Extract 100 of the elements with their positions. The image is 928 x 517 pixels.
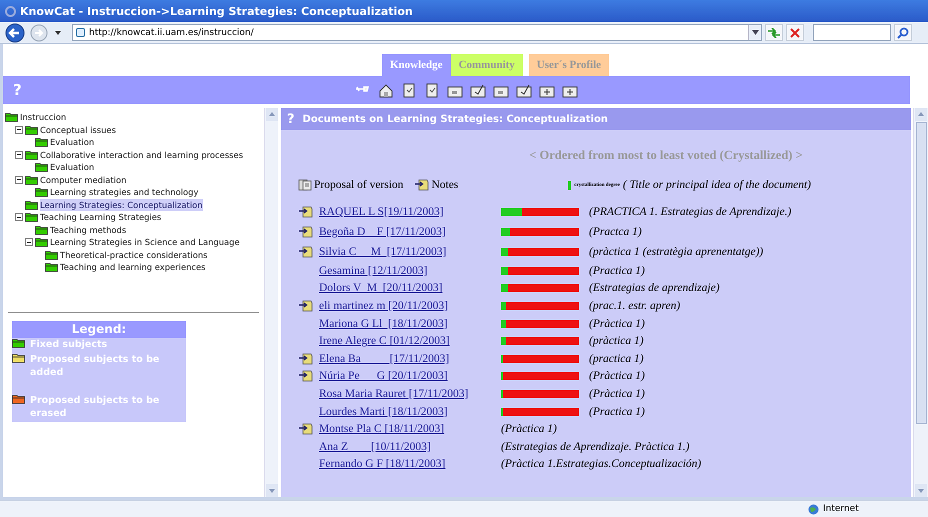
document-link[interactable]: Rosa Maria Rauret [17/11/2003] bbox=[319, 388, 468, 400]
collapse-toggle[interactable] bbox=[15, 150, 23, 159]
document-link[interactable]: Núria Pe G [20/11/2003] bbox=[319, 370, 448, 382]
tree-item[interactable]: Instruccion bbox=[20, 111, 66, 124]
legend-label: Proposal of version bbox=[314, 179, 404, 191]
back-button[interactable] bbox=[4, 22, 26, 42]
folder-icon bbox=[45, 250, 58, 260]
tree-item[interactable]: Teaching methods bbox=[50, 224, 126, 236]
internet-zone: Internet bbox=[808, 504, 928, 514]
collapse-toggle[interactable] bbox=[15, 213, 23, 222]
document-title: (Estrategias de Aprendizaje. Pràctica 1.) bbox=[501, 440, 690, 453]
document-link[interactable]: Irene Alegre C [01/12/2003] bbox=[319, 335, 450, 348]
document-title: (PRACTICA 1. Estrategias de Aprendizaje.) bbox=[589, 206, 792, 218]
home-icon[interactable] bbox=[378, 82, 394, 98]
document-link[interactable]: eli martinez m [20/11/2003] bbox=[319, 300, 448, 312]
document-title: (Pràctica 1) bbox=[501, 423, 557, 436]
tree-item[interactable]: Evaluation bbox=[50, 136, 94, 148]
folder-icon bbox=[25, 124, 38, 135]
folder-icon bbox=[35, 162, 48, 172]
document-title: (pràctica 1) bbox=[589, 335, 644, 348]
folder-icon bbox=[25, 200, 38, 210]
legend-label: ( Title or principal idea of the document) bbox=[622, 179, 812, 191]
arrows-icon[interactable] bbox=[767, 28, 781, 38]
legend-label: Notes bbox=[431, 179, 458, 191]
document-title: (practica 1) bbox=[589, 352, 644, 365]
scrollbar[interactable] bbox=[913, 108, 928, 497]
folder-icon bbox=[25, 212, 38, 222]
folder-icon bbox=[25, 150, 38, 160]
tree-item[interactable]: Learning Strategies: Conceptualization bbox=[40, 198, 203, 211]
window-title: KnowCat - Instruccion->Learning Strategies: Conceptualization bbox=[20, 4, 413, 18]
legend-title: Legend: bbox=[12, 321, 186, 338]
note-icon bbox=[415, 179, 430, 191]
stop-button[interactable] bbox=[786, 24, 804, 41]
panel-heading: Documents on bbox=[302, 114, 384, 124]
degree-mark bbox=[568, 180, 572, 190]
close-icon[interactable] bbox=[790, 28, 800, 38]
document-title: (Practica 1) bbox=[589, 406, 645, 418]
document-link[interactable]: Elena Ba [17/11/2003] bbox=[319, 352, 450, 365]
document-link[interactable]: RAQUEL L S[19/11/2003] bbox=[319, 206, 444, 218]
folder-check-icon[interactable] bbox=[470, 82, 486, 98]
browser-icon bbox=[5, 6, 16, 16]
tree-item[interactable]: Conceptual issues bbox=[40, 124, 116, 136]
document-title: (pràctica 1 (estratègia aprenentatge)) bbox=[589, 246, 764, 258]
collapse-toggle[interactable] bbox=[15, 176, 23, 184]
dropdown-button[interactable] bbox=[748, 25, 761, 40]
document-link[interactable]: Silvia C M [17/11/2003] bbox=[319, 246, 446, 258]
globe-icon bbox=[808, 504, 819, 514]
document-link[interactable]: Begoña D F [17/11/2003] bbox=[319, 226, 446, 238]
folder-check-icon[interactable] bbox=[516, 82, 532, 98]
document-versions-icon bbox=[298, 179, 312, 191]
tree-item[interactable]: Learning Strategies in Science and Language bbox=[50, 236, 240, 248]
tree-item[interactable]: Collaborative interaction and learning processes bbox=[40, 148, 244, 161]
caret-icon[interactable] bbox=[752, 30, 758, 35]
document-link[interactable]: Montse Pla C [18/11/2003] bbox=[319, 423, 444, 436]
document-link[interactable]: Dolors V M [20/11/2003] bbox=[319, 282, 442, 294]
document-link[interactable]: Gesamina [12/11/2003] bbox=[319, 264, 428, 277]
folder-icon bbox=[12, 338, 25, 348]
collapse-toggle[interactable] bbox=[15, 126, 23, 134]
document-link[interactable]: Fernando G F [18/11/2003] bbox=[319, 458, 446, 470]
tree-item[interactable]: Theoretical-practice considerations bbox=[60, 248, 208, 261]
folder-icon bbox=[35, 137, 48, 148]
document-title: (Practca 1) bbox=[589, 226, 642, 238]
topic-title: Learning Strategies: Conceptualization bbox=[387, 114, 608, 124]
folder-icon bbox=[35, 237, 48, 248]
document-icon[interactable] bbox=[424, 82, 440, 98]
folder-icon bbox=[5, 112, 18, 122]
tree-item[interactable]: Learning strategies and technology bbox=[50, 186, 198, 198]
folder-icon bbox=[45, 262, 58, 272]
document-title: (Estrategias de aprendizaje) bbox=[589, 282, 720, 294]
page-icon bbox=[76, 28, 85, 37]
folder-icon bbox=[12, 353, 25, 363]
scroll-down-icon[interactable] bbox=[266, 484, 278, 497]
search-button[interactable] bbox=[894, 24, 912, 41]
tree-item[interactable]: Teaching Learning Strategies bbox=[40, 211, 162, 224]
document-title: (Pràctica 1) bbox=[589, 318, 645, 330]
folder-icon bbox=[12, 394, 25, 404]
document-title: (Pràctica 1) bbox=[589, 370, 645, 382]
order-note: < Ordered from most to least voted (Crystallized) > bbox=[528, 147, 804, 164]
document-title: (prac.1. estr. apren) bbox=[589, 300, 680, 312]
document-link[interactable]: Ana Z [10/11/2003] bbox=[319, 440, 431, 453]
document-title: (Pràctica 1.Estrategias.Conceptualización) bbox=[501, 458, 702, 470]
scroll-up-icon[interactable] bbox=[266, 108, 278, 121]
folder-icon bbox=[35, 224, 48, 235]
address-field[interactable]: http://knowcat.ii.uam.es/instruccion/ bbox=[72, 24, 762, 41]
search-field[interactable] bbox=[813, 24, 891, 41]
document-link[interactable]: Mariona G Ll [18/11/2003] bbox=[319, 318, 448, 330]
tree-item[interactable]: Computer mediation bbox=[40, 174, 126, 186]
scroll-thumb[interactable] bbox=[916, 122, 926, 424]
dropdown-arrow-icon[interactable] bbox=[55, 30, 61, 34]
document-icon[interactable] bbox=[401, 82, 417, 98]
document-title: (Practica 1) bbox=[589, 264, 645, 277]
search-icon[interactable] bbox=[897, 26, 909, 38]
document-title: (Pràctica 1) bbox=[589, 388, 645, 400]
tree-item[interactable]: Evaluation bbox=[50, 161, 94, 174]
folder-icon bbox=[35, 187, 48, 198]
document-link[interactable]: Lourdes Marti [18/11/2003] bbox=[319, 406, 448, 418]
collapse-toggle[interactable] bbox=[25, 238, 33, 246]
folder-icon bbox=[25, 174, 38, 185]
tree-item[interactable]: Teaching and learning experiences bbox=[60, 261, 206, 274]
scrollbar[interactable] bbox=[264, 108, 278, 497]
